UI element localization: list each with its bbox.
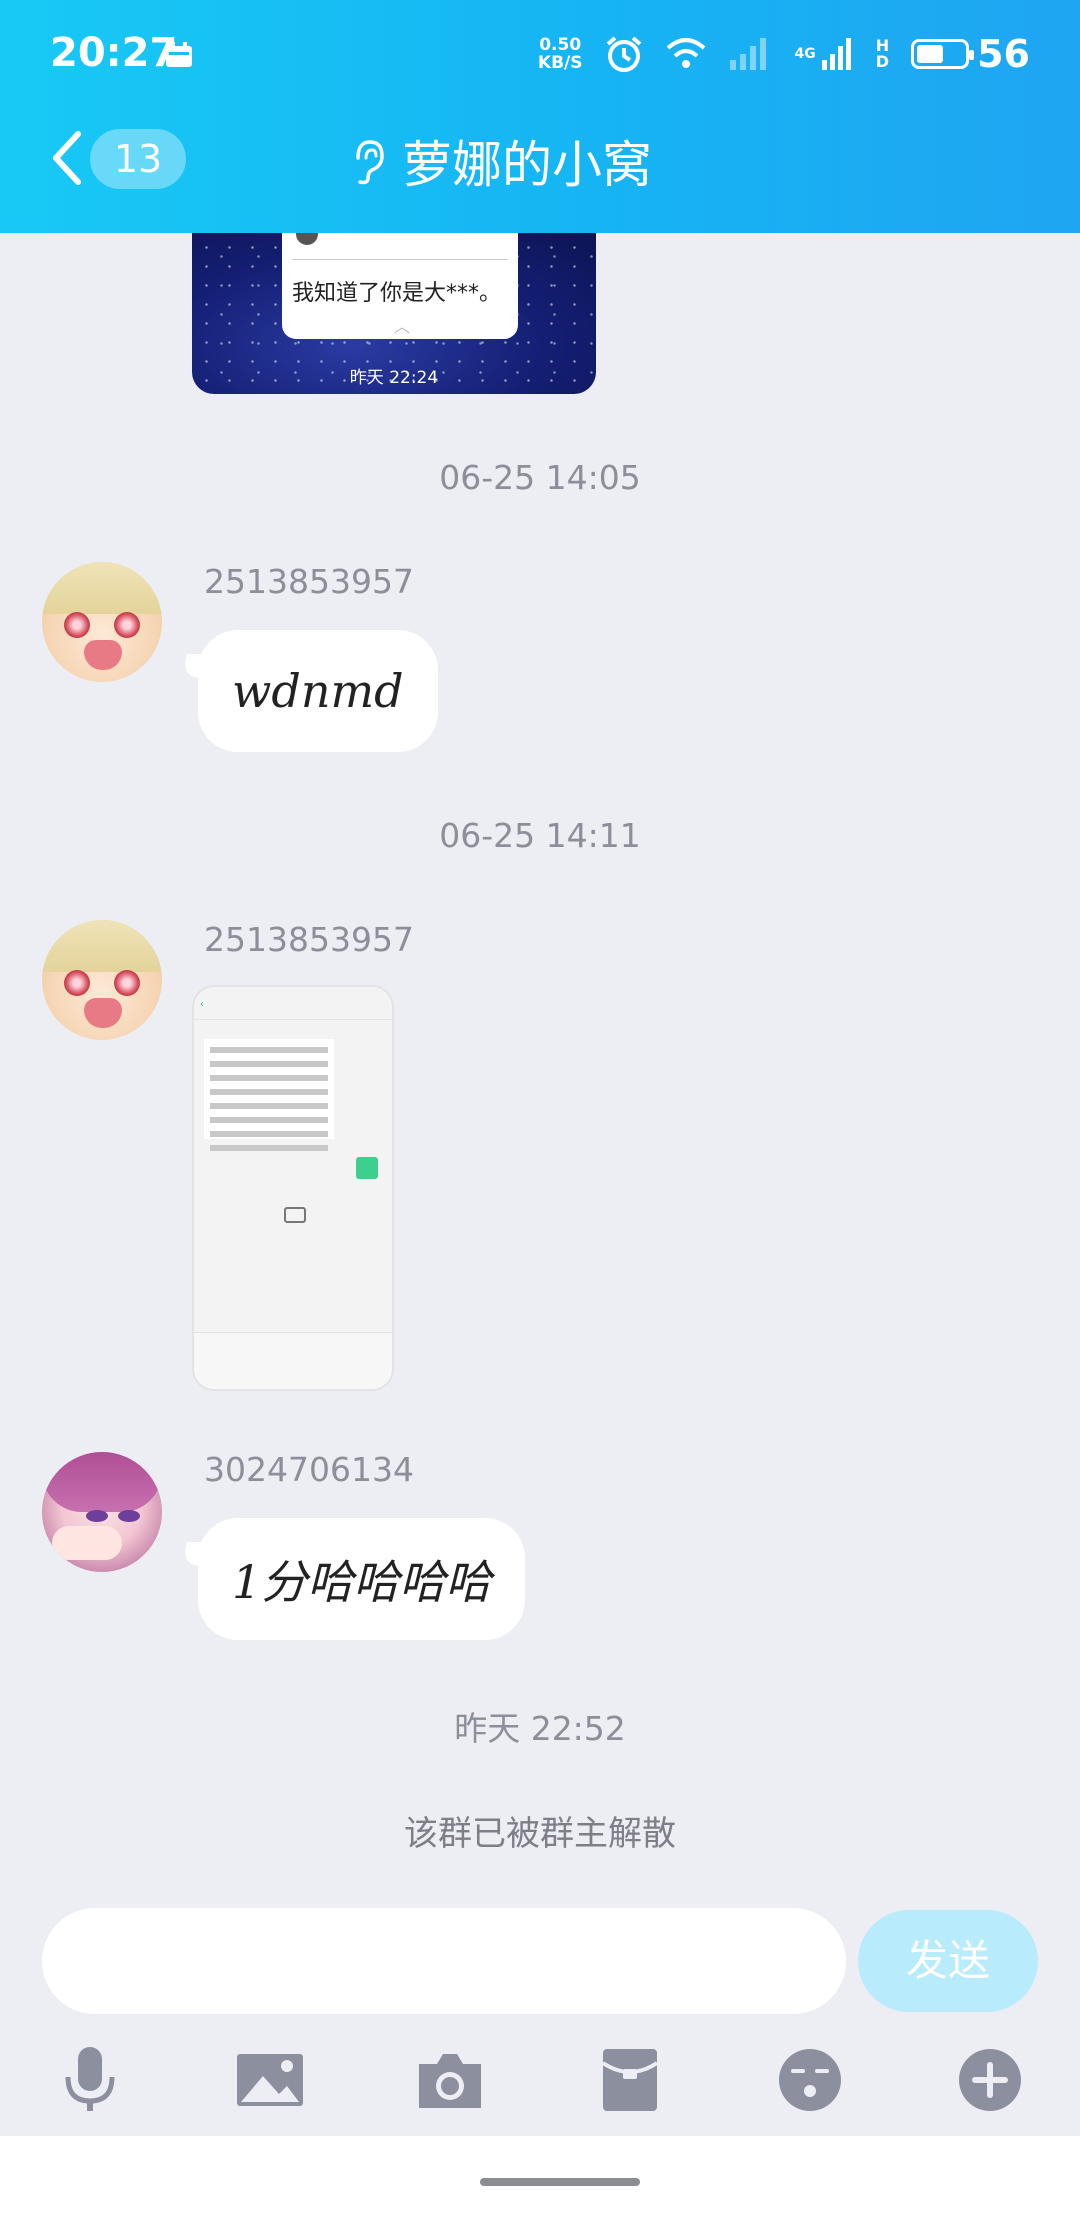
timestamp: 06-25 14:11 — [439, 816, 641, 855]
signal-icon — [821, 38, 851, 70]
sender-name[interactable]: 2513853957 — [204, 920, 414, 959]
hd-indicator: H D — [875, 36, 890, 71]
message-bubble[interactable]: wdnmd — [198, 630, 438, 752]
message-input[interactable] — [42, 1908, 846, 2014]
avatar-eye — [86, 1510, 108, 1522]
unread-count-badge[interactable]: 13 — [90, 129, 186, 189]
timestamp: 昨天 22:52 — [454, 1709, 626, 1748]
timestamp: 06-25 14:05 — [439, 458, 641, 497]
sender-name[interactable]: 3024706134 — [204, 1450, 414, 1489]
send-button[interactable]: 发送 — [858, 1910, 1038, 2012]
home-indicator[interactable] — [480, 2178, 640, 2186]
avatar-hair — [42, 920, 162, 972]
battery-fill — [917, 45, 944, 63]
nav-bar: 13 萝娜的小窝 — [0, 126, 1080, 196]
back-arrow-icon[interactable] — [48, 128, 84, 188]
message-text: wdnmd — [232, 664, 404, 718]
image-timestamp: 昨天 22:24 — [349, 368, 439, 388]
avatar-eye — [64, 970, 90, 996]
chat-title[interactable]: 萝娜的小窝 — [402, 125, 652, 197]
emoji-icon[interactable] — [770, 2040, 850, 2120]
input-toolbar — [0, 2040, 1080, 2120]
message-text: 1分哈哈哈哈 — [232, 1555, 492, 1609]
screenshot-image-message[interactable]: ‹ — [192, 985, 394, 1391]
camera-icon[interactable] — [410, 2040, 490, 2120]
status-bar: 20:27 0.50 KB/S 4G H D 56 — [50, 26, 1030, 82]
avatar-mouth — [84, 998, 122, 1028]
network-speed-unit: KB/S — [537, 53, 583, 73]
sender-name[interactable]: 2513853957 — [204, 562, 414, 601]
battery-icon — [911, 39, 975, 69]
calendar-icon — [166, 42, 192, 67]
signal-weak-icon — [730, 38, 767, 70]
avatar-eye — [114, 612, 140, 638]
red-packet-icon[interactable] — [590, 2040, 670, 2120]
wifi-icon — [667, 38, 706, 68]
avatar-hair — [42, 1452, 162, 1512]
avatar[interactable] — [42, 920, 162, 1040]
screenshot-sticker — [284, 1207, 306, 1223]
popup-text: 我知道了你是大***。 — [292, 281, 502, 306]
screenshot-header: ‹ — [194, 997, 392, 1020]
chevron-up-icon: ︿ — [394, 317, 411, 336]
popup-avatar — [296, 233, 318, 245]
message-bubble[interactable]: 1分哈哈哈哈 — [198, 1518, 526, 1640]
avatar-eye — [118, 1510, 140, 1522]
screenshot-footer — [194, 1332, 392, 1389]
image-message[interactable]: 我知道了你是大***。 ︿ 昨天 22:24 — [192, 233, 596, 394]
screenshot-back-icon: ‹ — [200, 999, 204, 1010]
avatar-hand — [52, 1526, 122, 1560]
microphone-icon[interactable] — [50, 2040, 130, 2120]
avatar-hair — [42, 562, 162, 614]
avatar-eye — [64, 612, 90, 638]
top-bar: 20:27 0.50 KB/S 4G H D 56 13 萝娜的小窝 — [0, 0, 1080, 233]
gesture-bar — [0, 2136, 1080, 2232]
system-notice: 该群已被群主解散 — [404, 1814, 676, 1854]
avatar[interactable] — [42, 1452, 162, 1572]
alarm-icon — [607, 36, 642, 72]
plus-icon[interactable] — [950, 2040, 1030, 2120]
screenshot-green-bubble — [356, 1157, 378, 1179]
avatar-eye — [114, 970, 140, 996]
network-speed: 0.50 KB/S — [538, 36, 583, 72]
screenshot-text-block — [204, 1039, 334, 1151]
ear-icon[interactable] — [350, 136, 386, 186]
signal-4g-label: 4G — [794, 46, 816, 62]
popup-divider — [292, 259, 508, 260]
image-popup: 我知道了你是大***。 ︿ — [282, 233, 518, 339]
battery: 56 — [911, 32, 1030, 76]
avatar[interactable] — [42, 562, 162, 682]
avatar-mouth — [84, 640, 122, 670]
status-time: 20:27 — [50, 30, 178, 76]
picture-icon[interactable] — [230, 2040, 310, 2120]
network-speed-value: 0.50 — [539, 35, 582, 55]
battery-level: 56 — [977, 32, 1030, 76]
signal-4g: 4G — [794, 36, 853, 72]
